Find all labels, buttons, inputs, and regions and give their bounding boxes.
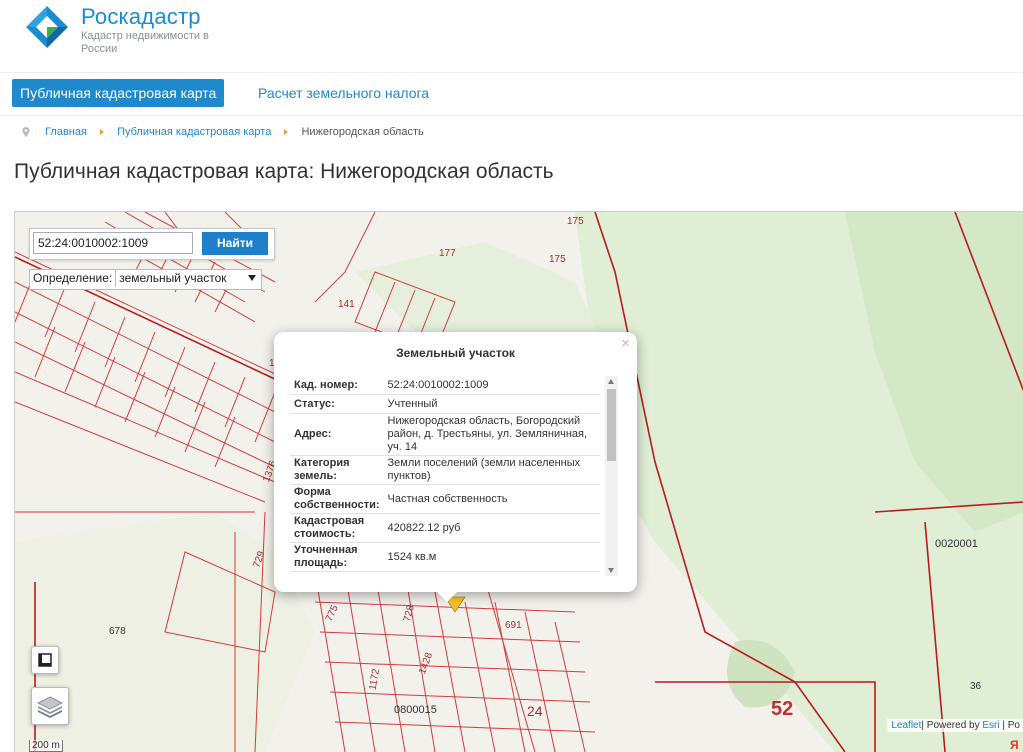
chevron-down-icon — [248, 275, 257, 281]
table-row: Категория земель: Земли поселений (земли … — [290, 455, 600, 485]
definition-selected-value: земельный участок — [119, 271, 227, 285]
search-panel: Найти — [29, 228, 275, 260]
breadcrumb-map[interactable]: Публичная кадастровая карта — [117, 126, 271, 138]
layers-button[interactable] — [31, 687, 69, 725]
scroll-up-icon[interactable] — [608, 379, 614, 384]
table-row: Кадастровая стоимость: 420822.12 руб — [290, 513, 600, 543]
table-row: Кад. номер: 52:24:0010002:1009 — [290, 376, 600, 395]
breadcrumb-arrow-icon — [100, 128, 104, 135]
scroll-thumb[interactable] — [607, 389, 616, 461]
attr-value: Нижегородская область, Богородский район… — [383, 413, 600, 456]
cadastral-search-input[interactable] — [33, 232, 193, 254]
definition-select[interactable]: земельный участок — [115, 270, 261, 287]
map-label: 24 — [527, 703, 543, 719]
attr-key: Форма собственности: — [290, 484, 384, 514]
definition-label: Определение: — [33, 271, 113, 285]
attr-value: Учтенный — [383, 394, 600, 414]
cadastral-map[interactable]: 177 175 175 141 14 678 1376 729 1172 728… — [14, 211, 1023, 752]
leaflet-link[interactable]: Leaflet — [891, 720, 921, 731]
map-label: 141 — [338, 299, 355, 310]
popup-tip — [437, 592, 457, 602]
popup-body[interactable]: Кад. номер: 52:24:0010002:1009 Статус: Учт… — [290, 376, 618, 576]
map-label: 52 — [771, 698, 794, 720]
attr-value: 420822.12 руб — [383, 513, 600, 543]
table-row: Уточненная площадь: 1524 кв.м — [290, 542, 600, 572]
attr-value: Частная собственность — [383, 484, 600, 514]
legend-icon — [38, 653, 52, 667]
map-label: 177 — [439, 248, 456, 259]
powered-by-text: | Powered by — [921, 720, 983, 731]
tab-land-tax[interactable]: Расчет земельного налога — [258, 79, 429, 107]
definition-panel: Определение: земельный участок — [29, 269, 263, 290]
yandex-logo[interactable]: Я — [1010, 738, 1023, 752]
parcel-attributes-table: Кад. номер: 52:24:0010002:1009 Статус: Учт… — [290, 376, 600, 572]
breadcrumb-home[interactable]: Главная — [45, 126, 87, 138]
attribution-rest: | Po — [999, 720, 1020, 731]
map-label: 678 — [109, 626, 126, 637]
logo-title[interactable]: Роскадастр — [81, 4, 201, 30]
breadcrumb-arrow-icon — [284, 128, 289, 135]
attr-value: 52:24:0010002:1009 — [383, 376, 600, 395]
map-attribution: Leaflet| Powered by Esri | Po — [887, 719, 1023, 732]
table-row: Форма собственности: Частная собственност… — [290, 484, 600, 514]
attr-key: Адрес: — [290, 413, 384, 456]
map-label: 36 — [970, 681, 982, 692]
attr-value: Земли поселений (земли населенных пункто… — [383, 455, 600, 485]
map-label: 0800015 — [394, 704, 437, 716]
parcel-info-popup: × Земельный участок Кад. номер: 52:24:001… — [274, 332, 637, 602]
map-label: 0020001 — [935, 538, 978, 550]
attr-value: 1524 кв.м — [383, 542, 600, 572]
attr-key: Статус: — [290, 394, 384, 414]
map-pin-icon — [22, 127, 30, 138]
table-row: Статус: Учтенный — [290, 394, 600, 414]
attr-key: Категория земель: — [290, 455, 384, 485]
attr-key: Кад. номер: — [290, 376, 384, 395]
scroll-down-icon[interactable] — [608, 568, 614, 573]
popup-scrollbar[interactable] — [605, 376, 618, 576]
esri-link[interactable]: Esri — [982, 720, 999, 731]
main-nav: Публичная кадастровая карта Расчет земел… — [0, 73, 1023, 116]
site-header: Роскадастр Кадастр недвижимости в России — [0, 0, 1023, 73]
logo-subtitle: Кадастр недвижимости в России — [81, 30, 209, 55]
map-label: 175 — [567, 216, 584, 227]
table-row: Адрес: Нижегородская область, Богородский… — [290, 413, 600, 456]
roskadastr-logo-icon[interactable] — [26, 6, 68, 48]
attr-key: Кадастровая стоимость: — [290, 513, 384, 543]
legend-button[interactable] — [31, 646, 59, 674]
map-scale: 200 m — [29, 740, 63, 752]
search-button[interactable]: Найти — [202, 232, 268, 255]
breadcrumb-current: Нижегородская область — [301, 126, 424, 138]
map-label: 175 — [549, 254, 566, 265]
popup-title: Земельный участок — [396, 346, 515, 360]
page-title: Публичная кадастровая карта: Нижегородск… — [14, 160, 554, 183]
breadcrumb: Главная Публичная кадастровая карта Ниже… — [22, 124, 424, 140]
tab-public-map[interactable]: Публичная кадастровая карта — [12, 79, 225, 107]
attr-key: Уточненная площадь: — [290, 542, 384, 572]
layers-icon — [36, 696, 64, 718]
map-label: 691 — [505, 620, 522, 631]
